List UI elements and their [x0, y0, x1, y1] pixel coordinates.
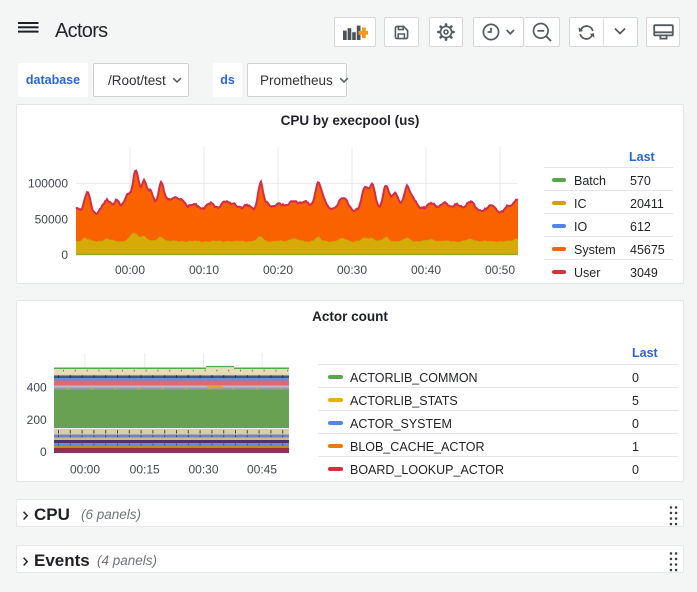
- svg-text:00:15: 00:15: [130, 463, 160, 477]
- svg-text:0: 0: [61, 248, 68, 262]
- svg-text:00:20: 00:20: [263, 263, 293, 277]
- svg-text:400: 400: [27, 381, 47, 395]
- svg-text:00:10: 00:10: [189, 263, 219, 277]
- svg-text:00:30: 00:30: [188, 463, 218, 477]
- svg-text:200: 200: [27, 413, 47, 427]
- svg-text:00:45: 00:45: [247, 463, 277, 477]
- svg-text:00:50: 00:50: [485, 263, 515, 277]
- svg-text:100000: 100000: [28, 176, 68, 190]
- svg-text:00:30: 00:30: [337, 263, 367, 277]
- svg-text:50000: 50000: [35, 212, 69, 226]
- svg-text:00:00: 00:00: [70, 463, 100, 477]
- svg-text:00:00: 00:00: [115, 263, 145, 277]
- svg-text:00:40: 00:40: [411, 263, 441, 277]
- svg-text:0: 0: [40, 445, 47, 459]
